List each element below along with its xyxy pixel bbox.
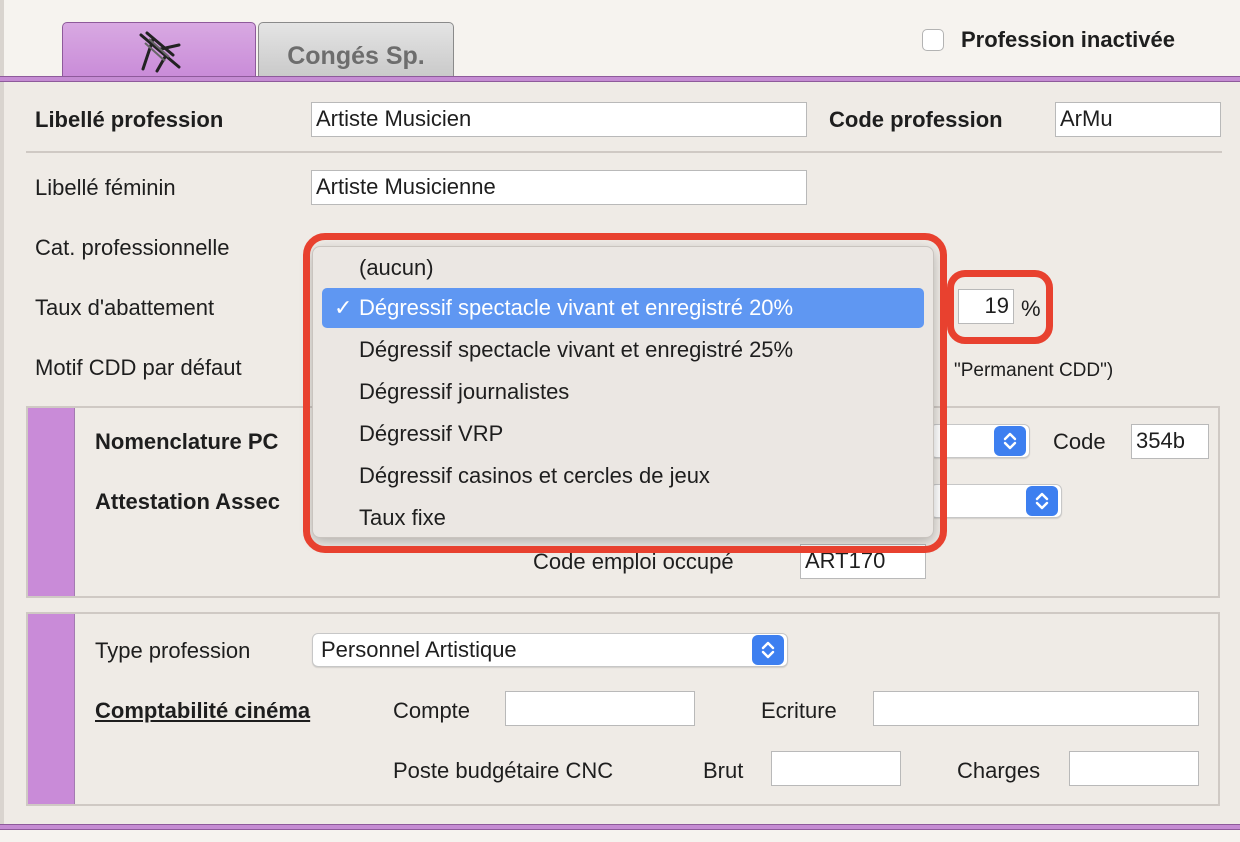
section-divider (26, 151, 1222, 153)
attestation-stepper[interactable] (1026, 486, 1058, 516)
menu-item-degressif-25[interactable]: Dégressif spectacle vivant et enregistré… (322, 330, 924, 370)
menu-item-label: Dégressif spectacle vivant et enregistré… (359, 295, 794, 320)
attestation-label: Attestation Assec (95, 489, 281, 514)
taux-abattement-input[interactable]: 19 (958, 289, 1014, 324)
window-bottom (0, 830, 1240, 842)
menu-item-label: Taux fixe (359, 505, 446, 530)
ecriture-input[interactable] (873, 691, 1199, 726)
libelle-profession-label: Libellé profession (35, 107, 224, 132)
type-profession-label: Type profession (95, 638, 251, 663)
libelle-feminin-label: Libellé féminin (35, 175, 176, 200)
profession-inactive-checkbox[interactable] (922, 29, 944, 51)
beach-chair-icon (139, 31, 181, 73)
nomenclature-stepper[interactable] (994, 426, 1026, 456)
taux-abattement-label: Taux d'abattement (35, 295, 215, 320)
window-left-edge (0, 0, 4, 842)
tab-conges-sp-label: Congés Sp. (287, 42, 425, 70)
menu-item-degressif-journalistes[interactable]: Dégressif journalistes (322, 372, 924, 412)
taux-abattement-dropdown-menu: (aucun) ✓ Dégressif spectacle vivant et e… (312, 246, 934, 538)
code-emploi-input[interactable]: ART170 (800, 544, 926, 579)
chevron-updown-icon (1035, 492, 1049, 510)
menu-item-label: Dégressif spectacle vivant et enregistré… (359, 337, 794, 362)
code-input[interactable]: 354b (1131, 424, 1209, 459)
libelle-feminin-input[interactable]: Artiste Musicienne (311, 170, 807, 205)
menu-item-degressif-20[interactable]: ✓ Dégressif spectacle vivant et enregistr… (322, 288, 924, 328)
charges-label: Charges (957, 758, 1041, 783)
code-profession-label: Code profession (829, 107, 1003, 132)
nomenclature-label: Nomenclature PC (95, 429, 279, 454)
compte-label: Compte (393, 698, 471, 723)
motif-cdd-label: Motif CDD par défaut (35, 355, 242, 380)
type-profession-popup[interactable]: Personnel Artistique (312, 633, 788, 667)
menu-item-aucun[interactable]: (aucun) (322, 248, 924, 288)
brut-input[interactable] (771, 751, 901, 786)
brut-label: Brut (703, 758, 744, 783)
window: Congés Sp. Profession inactivée Libellé … (0, 0, 1240, 842)
tab-bar-divider (0, 76, 1240, 82)
poste-budgetaire-label: Poste budgétaire CNC (393, 758, 614, 783)
chevron-updown-icon (761, 641, 775, 659)
charges-input[interactable] (1069, 751, 1199, 786)
code-profession-input[interactable]: ArMu (1055, 102, 1221, 137)
tab-conges-sp[interactable]: Congés Sp. (258, 22, 454, 78)
code-emploi-label: Code emploi occupé (533, 549, 734, 574)
menu-item-taux-fixe[interactable]: Taux fixe (322, 498, 924, 538)
motif-cdd-hint: "Permanent CDD") (954, 360, 1114, 381)
menu-item-label: Dégressif casinos et cercles de jeux (359, 463, 710, 488)
panel-accent-strip (28, 408, 75, 596)
menu-item-label: Dégressif journalistes (359, 379, 570, 404)
menu-item-label: Dégressif VRP (359, 421, 504, 446)
menu-item-degressif-casinos[interactable]: Dégressif casinos et cercles de jeux (322, 456, 924, 496)
type-profession-stepper[interactable] (752, 635, 784, 665)
profession-inactive-label: Profession inactivée (961, 27, 1175, 52)
cat-professionnelle-label: Cat. professionnelle (35, 235, 230, 260)
ecriture-label: Ecriture (761, 698, 837, 723)
tab-main[interactable] (62, 22, 256, 78)
percent-unit: % (1021, 296, 1041, 321)
libelle-profession-input[interactable]: Artiste Musicien (311, 102, 807, 137)
checkmark-icon: ✓ (334, 295, 353, 320)
comptabilite-cinema-link[interactable]: Comptabilité cinéma (95, 700, 310, 722)
chevron-updown-icon (1003, 432, 1017, 450)
panel-accent-strip (28, 614, 75, 804)
menu-item-label: (aucun) (359, 255, 434, 280)
code-label: Code (1053, 429, 1106, 454)
menu-item-degressif-vrp[interactable]: Dégressif VRP (322, 414, 924, 454)
compte-input[interactable] (505, 691, 695, 726)
